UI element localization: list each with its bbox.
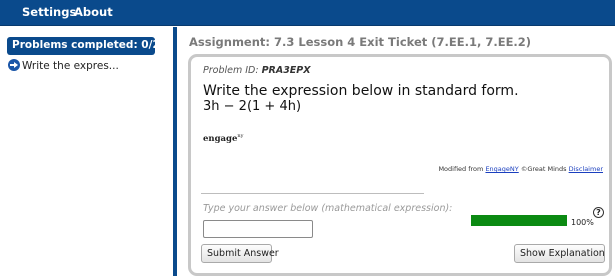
progress-bar-fill — [471, 215, 567, 226]
answer-divider — [201, 193, 424, 194]
question-expression: 3h − 2(1 + 4h) — [203, 99, 302, 114]
sidebar: Problems completed: 0/2 Write the expres… — [0, 27, 173, 276]
problem-id-label: Problem ID: — [203, 65, 259, 76]
problems-completed-badge: Problems completed: 0/2 — [7, 37, 160, 55]
sidebar-problem-label: Write the expres... — [22, 60, 119, 72]
question-text: Write the expression below in standard f… — [203, 83, 519, 99]
logo-text: engage — [203, 133, 238, 144]
arrow-right-icon — [8, 59, 20, 71]
submit-answer-button[interactable]: Submit Answer — [201, 244, 279, 263]
assignment-title: Assignment: 7.3 Lesson 4 Exit Ticket (7.… — [189, 35, 532, 49]
answer-input[interactable] — [203, 220, 313, 238]
top-nav-bar: Settings About — [0, 0, 615, 26]
engageny-logo: engageny — [203, 133, 243, 144]
attribution-prefix: Modified from — [438, 165, 484, 173]
nav-about[interactable]: About — [74, 5, 113, 19]
logo-superscript: ny — [237, 133, 244, 139]
sidebar-divider — [173, 27, 177, 276]
problem-id-value: PRA3EPX — [261, 65, 311, 76]
sidebar-problem-item[interactable]: Write the expres... — [8, 59, 168, 75]
show-explanation-button[interactable]: Show Explanation — [514, 244, 605, 263]
progress-bar — [471, 215, 567, 226]
nav-settings[interactable]: Settings — [22, 5, 76, 19]
progress-percent: 100% — [571, 218, 594, 227]
attribution-middle: ©Great Minds — [520, 165, 567, 173]
problem-card: Problem ID: PRA3EPX Write the expression … — [188, 54, 612, 276]
answer-prompt: Type your answer below (mathematical exp… — [203, 203, 453, 214]
disclaimer-link[interactable]: Disclaimer — [569, 165, 603, 173]
attribution-line: Modified from EngageNY ©Great Minds Disc… — [438, 165, 603, 173]
question-circle-icon[interactable]: ? — [593, 207, 604, 218]
problem-id: Problem ID: PRA3EPX — [203, 65, 311, 76]
engageny-link[interactable]: EngageNY — [485, 165, 518, 173]
